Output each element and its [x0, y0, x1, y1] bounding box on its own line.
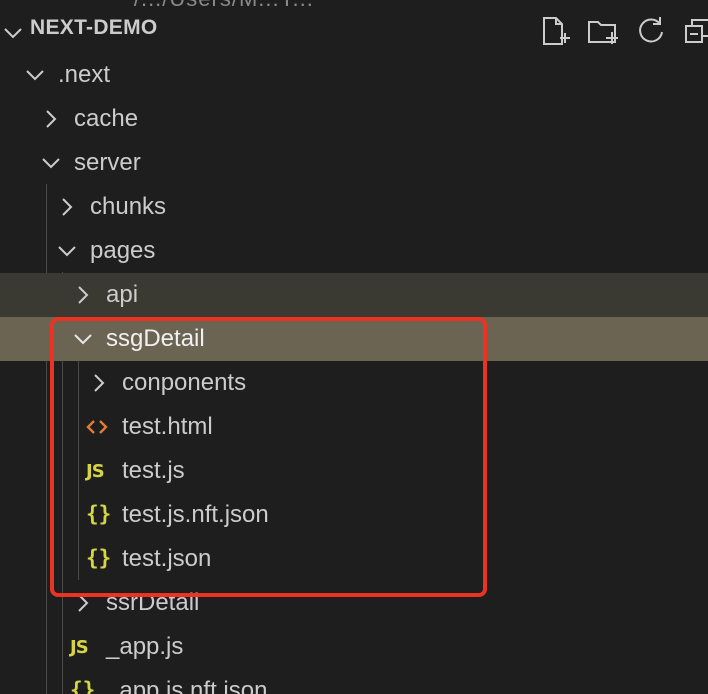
tree-item-label: conponents	[122, 369, 247, 396]
chevron-right-icon	[40, 108, 62, 130]
js-file-icon: JS	[86, 461, 105, 482]
tree-item-cache[interactable]: cache	[0, 97, 708, 141]
chevron-down-icon[interactable]	[2, 22, 24, 44]
chevron-down-icon	[56, 240, 78, 262]
tree-item-label: test.json	[122, 545, 212, 572]
tree-item-next[interactable]: .next	[0, 53, 708, 97]
chevron-right-icon	[72, 284, 94, 306]
chevron-down-icon	[40, 152, 62, 174]
new-folder-icon[interactable]	[586, 14, 620, 48]
tree-item-label: _app.js.nft.json	[106, 677, 268, 694]
tree-item-test-js[interactable]: JS test.js	[0, 449, 708, 493]
tree-item-ssrdetail[interactable]: ssrDetail	[0, 581, 708, 625]
tree-item-app-js[interactable]: JS _app.js	[0, 625, 708, 669]
tree-item-server[interactable]: server	[0, 141, 708, 185]
tree-item-label: api	[106, 281, 139, 308]
refresh-icon[interactable]	[634, 14, 668, 48]
html-file-icon	[86, 416, 108, 438]
chevron-right-icon	[72, 592, 94, 614]
tree-item-pages[interactable]: pages	[0, 229, 708, 273]
chevron-right-icon	[88, 372, 110, 394]
tree-item-label: server	[74, 149, 141, 176]
json-file-icon: {}	[70, 678, 96, 694]
tree-item-test-json[interactable]: {} test.json	[0, 537, 708, 581]
tree-item-label: test.js	[122, 457, 185, 484]
tree-item-app-js-nft-json[interactable]: {} _app.js.nft.json	[0, 669, 708, 694]
chevron-down-icon	[24, 64, 46, 86]
tree-item-label: cache	[74, 105, 139, 132]
tree-item-label: pages	[90, 237, 156, 264]
tree-item-test-html[interactable]: test.html	[0, 405, 708, 449]
tree-item-label: .next	[58, 61, 111, 88]
chevron-right-icon	[56, 196, 78, 218]
workspace-title: NEXT-DEMO	[30, 16, 158, 39]
tree-item-chunks[interactable]: chunks	[0, 185, 708, 229]
explorer-header[interactable]: NEXT-DEMO	[0, 8, 708, 52]
tree-item-ssgdetail[interactable]: ssgDetail	[0, 317, 708, 361]
tree-item-label: chunks	[90, 193, 167, 220]
tree-item-api[interactable]: api	[0, 273, 708, 317]
collapse-all-icon[interactable]	[682, 14, 708, 48]
tree-item-label: ssgDetail	[106, 325, 205, 352]
tree-item-label: test.js.nft.json	[122, 501, 269, 528]
json-file-icon: {}	[86, 502, 112, 526]
tree-item-label: test.html	[122, 413, 213, 440]
js-file-icon: JS	[70, 637, 89, 658]
tree-item-label: _app.js	[106, 633, 184, 660]
tree-item-conponents[interactable]: conponents	[0, 361, 708, 405]
tree-item-label: ssrDetail	[106, 589, 200, 616]
new-file-icon[interactable]	[538, 14, 572, 48]
file-explorer: ~/.../Users/M...Y... NEXT-DEMO	[0, 0, 708, 694]
chevron-down-icon	[72, 328, 94, 350]
tree-item-test-js-nft-json[interactable]: {} test.js.nft.json	[0, 493, 708, 537]
json-file-icon: {}	[86, 546, 112, 570]
